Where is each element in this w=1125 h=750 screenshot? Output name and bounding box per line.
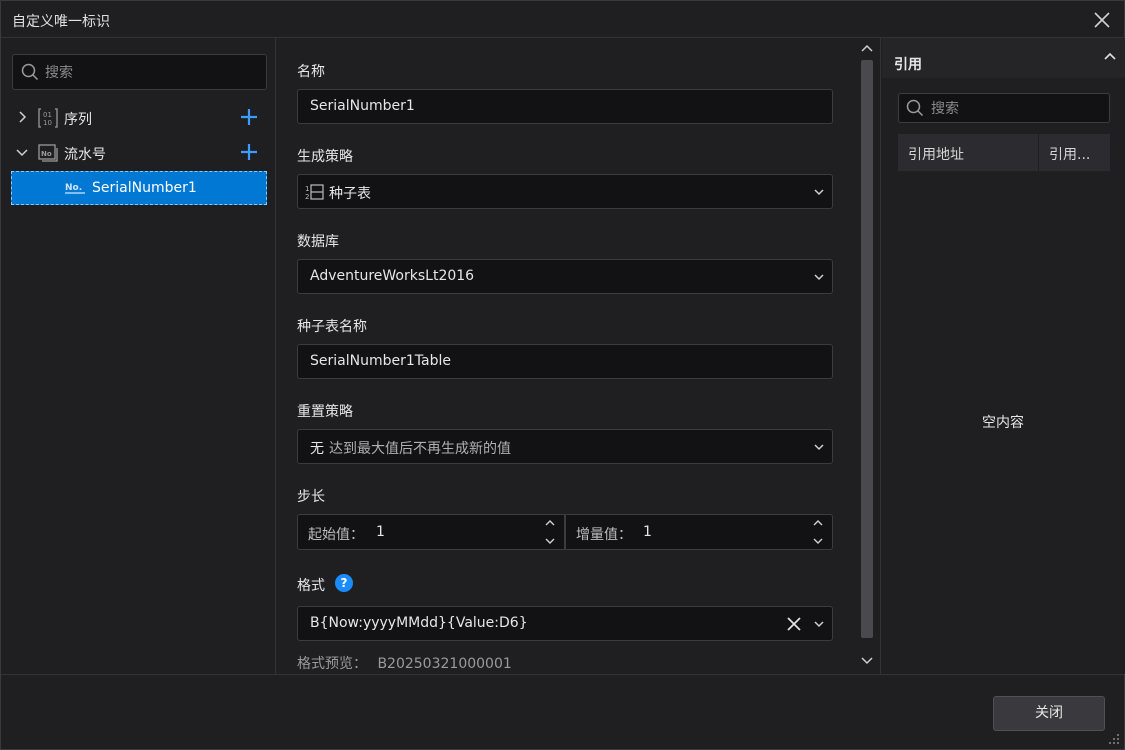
format-value: B{Now:yyyyMMdd}{Value:D6} xyxy=(310,615,528,631)
vertical-scrollbar[interactable] xyxy=(861,60,873,638)
format-label: 格式 xyxy=(297,578,325,594)
name-input[interactable]: SerialNumber1 xyxy=(297,89,833,124)
left-search-placeholder: 搜索 xyxy=(45,65,73,81)
column-reference[interactable]: 引用... xyxy=(1049,144,1090,164)
add-serial-number-plus-icon[interactable] xyxy=(239,142,259,162)
database-label: 数据库 xyxy=(297,234,339,250)
chevron-down-icon[interactable] xyxy=(15,148,29,158)
sequence-icon: 01 10 xyxy=(38,108,58,128)
serial-number-icon: No xyxy=(38,144,58,162)
empty-content-text: 空内容 xyxy=(982,415,1024,431)
preview-value: B20250321000001 xyxy=(377,656,512,672)
spin-arrows-icon[interactable] xyxy=(812,518,824,546)
scroll-down-icon[interactable] xyxy=(860,656,874,666)
increment-label: 增量值： xyxy=(576,527,632,543)
increment-value-stepper[interactable]: 增量值： 1 xyxy=(565,514,833,550)
tree-item-serial-number[interactable]: No 流水号 xyxy=(11,136,267,170)
svg-text:No: No xyxy=(41,150,52,158)
references-search-input[interactable]: 搜索 xyxy=(898,93,1110,123)
name-value: SerialNumber1 xyxy=(310,98,415,114)
seed-table-icon: 1 2 xyxy=(305,184,324,201)
reset-label: 重置策略 xyxy=(297,404,353,420)
reset-description: 达到最大值后不再生成新的值 xyxy=(329,441,511,457)
svg-text:10: 10 xyxy=(43,119,52,127)
strategy-value: 种子表 xyxy=(329,186,371,202)
references-header[interactable]: 引用 xyxy=(882,38,1125,78)
spin-arrows-icon[interactable] xyxy=(544,518,556,546)
format-preview: 格式预览： B20250321000001 xyxy=(297,653,512,673)
clear-icon[interactable] xyxy=(786,616,802,632)
dialog-window: 自定义唯一标识 搜索 01 10 序列 No 流水号 No. SerialNum… xyxy=(0,0,1125,750)
database-select[interactable]: AdventureWorksLt2016 xyxy=(297,259,833,294)
tree-item-serialnumber1[interactable]: No. SerialNumber1 xyxy=(11,171,267,205)
seed-table-value: SerialNumber1Table xyxy=(310,353,451,369)
left-search-input[interactable]: 搜索 xyxy=(12,54,267,90)
help-icon[interactable]: ? xyxy=(335,574,353,592)
tree-item-sequence[interactable]: 01 10 序列 xyxy=(11,101,267,135)
search-icon xyxy=(21,63,39,81)
database-value: AdventureWorksLt2016 xyxy=(310,268,475,284)
tree-label-serialnumber1: SerialNumber1 xyxy=(92,180,197,196)
seed-table-input[interactable]: SerialNumber1Table xyxy=(297,344,833,379)
chevron-down-icon xyxy=(814,444,824,451)
search-icon xyxy=(906,99,924,117)
start-value-stepper[interactable]: 起始值： 1 xyxy=(297,514,565,550)
references-table-header: 引用地址 引用... xyxy=(898,134,1110,171)
add-sequence-plus-icon[interactable] xyxy=(239,107,259,127)
svg-text:01: 01 xyxy=(43,111,52,119)
preview-label: 格式预览： xyxy=(297,656,367,672)
chevron-down-icon[interactable] xyxy=(814,620,824,628)
close-button[interactable]: 关闭 xyxy=(993,696,1105,731)
tree-label-sequence: 序列 xyxy=(64,112,92,128)
column-divider[interactable] xyxy=(1038,134,1039,171)
footer-bar: 关闭 xyxy=(1,674,1124,749)
format-combobox[interactable]: B{Now:yyyyMMdd}{Value:D6} xyxy=(297,606,833,641)
chevron-down-icon xyxy=(814,274,824,281)
left-panel: 搜索 01 10 序列 No 流水号 No. SerialNumber1 xyxy=(1,38,276,674)
references-search-placeholder: 搜索 xyxy=(931,101,959,117)
title-bar: 自定义唯一标识 xyxy=(1,1,1124,38)
scroll-up-icon[interactable] xyxy=(860,43,874,53)
svg-text:2: 2 xyxy=(305,193,309,201)
chevron-right-icon[interactable] xyxy=(17,110,27,124)
window-title: 自定义唯一标识 xyxy=(12,14,110,30)
start-value: 1 xyxy=(376,524,385,540)
strategy-label: 生成策略 xyxy=(297,149,353,165)
step-label: 步长 xyxy=(297,489,325,505)
tree-label-serial-number: 流水号 xyxy=(64,147,106,163)
increment-value: 1 xyxy=(643,524,652,540)
start-label: 起始值： xyxy=(308,527,364,543)
references-panel: 引用 搜索 引用地址 引用... 空内容 xyxy=(882,38,1125,674)
column-reference-address[interactable]: 引用地址 xyxy=(908,144,964,164)
strategy-select[interactable]: 1 2 种子表 xyxy=(297,174,833,209)
svg-text:No.: No. xyxy=(65,183,82,193)
no-badge-icon: No. xyxy=(65,183,85,194)
references-title: 引用 xyxy=(894,57,922,73)
chevron-down-icon xyxy=(814,189,824,196)
collapse-up-icon[interactable] xyxy=(1103,51,1117,61)
close-icon[interactable] xyxy=(1090,8,1114,32)
name-label: 名称 xyxy=(297,64,325,80)
resize-grip-icon[interactable] xyxy=(1108,733,1120,745)
reset-select[interactable]: 无 达到最大值后不再生成新的值 xyxy=(297,429,833,464)
svg-text:1: 1 xyxy=(305,185,309,193)
properties-panel: 名称 SerialNumber1 生成策略 1 2 种子表 数据库 Advent… xyxy=(277,38,881,674)
reset-value: 无 xyxy=(310,441,324,457)
seed-table-label: 种子表名称 xyxy=(297,319,367,335)
